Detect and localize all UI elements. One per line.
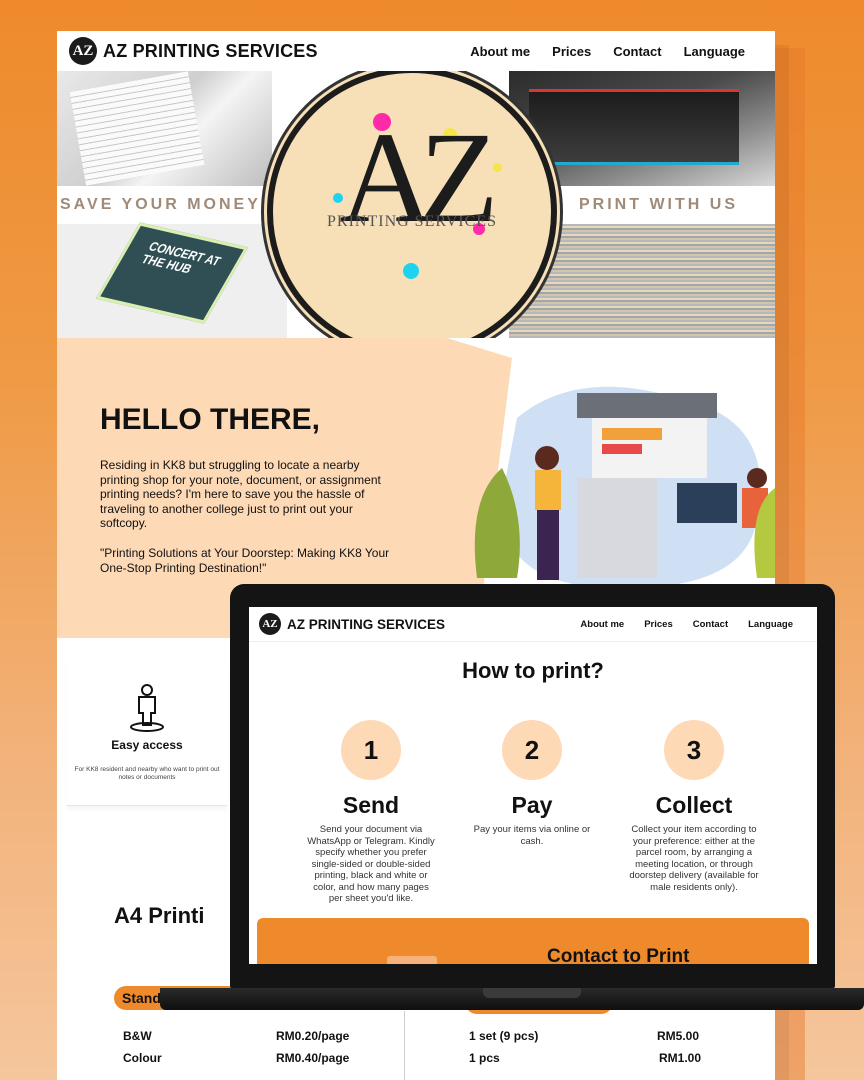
price-label-bw: B&W	[123, 1029, 152, 1043]
price-value-pcs: RM1.00	[659, 1051, 702, 1065]
step-collect: 3 Collect Collect your item according to…	[614, 720, 774, 893]
feature-card-easy-access: Easy access For KK8 resident and nearby …	[67, 661, 227, 806]
price-value-bw: RM0.20/page	[276, 1029, 350, 1043]
pricing-divider	[404, 1011, 405, 1080]
laptop-notch	[483, 988, 581, 998]
laptop-nav-contact[interactable]: Contact	[693, 619, 728, 630]
step-title: Collect	[655, 792, 733, 818]
step-title: Send	[342, 792, 400, 818]
price-value-set: RM5.00	[657, 1029, 700, 1043]
hero-logo-subtitle: PRINTING SERVICES	[327, 213, 497, 230]
feature-description: For KK8 resident and nearby who want to …	[74, 766, 220, 781]
hero-right-text: PRINT WITH US	[579, 196, 738, 213]
step-description: Collect your item according to your pref…	[629, 824, 759, 893]
laptop-brand-logo[interactable]: AZ	[259, 613, 281, 635]
price-label-pcs: 1 pcs	[469, 1051, 500, 1065]
brand-name[interactable]: AZ PRINTING SERVICES	[103, 41, 318, 62]
paper-stack-photo	[57, 71, 272, 186]
hello-intro-paragraph: Residing in KK8 but struggling to locate…	[100, 458, 381, 530]
step-number-circle: 2	[502, 720, 562, 780]
flyer: CONCERT AT THE HUB	[95, 222, 249, 324]
nav-prices[interactable]: Prices	[552, 44, 591, 59]
step-send: 1 Send Send your document via WhatsApp o…	[291, 720, 451, 905]
flyers-photo: CONCERT AT THE HUB	[57, 222, 287, 338]
nav-links: About me Prices Contact Language	[470, 44, 745, 59]
price-label-set: 1 set (9 pcs)	[469, 1029, 539, 1043]
step-pay: 2 Pay Pay your items via online or cash.	[452, 720, 612, 847]
contact-icon	[387, 956, 437, 964]
feature-title: Easy access	[111, 738, 183, 752]
price-value-colour: RM0.40/page	[276, 1051, 350, 1065]
hello-title: HELLO THERE,	[100, 403, 321, 436]
top-nav: AZ AZ PRINTING SERVICES About me Prices …	[57, 31, 775, 71]
laptop-screen: AZ AZ PRINTING SERVICES About me Prices …	[249, 607, 817, 964]
step-description: Send your document via WhatsApp or Teleg…	[307, 824, 435, 904]
step-title: Pay	[511, 792, 553, 818]
step-number-circle: 1	[341, 720, 401, 780]
flyer-title: CONCERT AT THE HUB	[138, 238, 224, 277]
person-icon	[130, 684, 164, 732]
contact-to-print-label: Contact to Print	[547, 946, 690, 964]
nav-language[interactable]: Language	[684, 44, 745, 59]
price-label-colour: Colour	[123, 1051, 162, 1065]
how-to-print-heading: How to print?	[462, 658, 604, 683]
laptop-nav-links: About me Prices Contact Language	[580, 619, 793, 630]
laptop-nav-prices[interactable]: Prices	[644, 619, 673, 630]
laptop-nav: AZ AZ PRINTING SERVICES About me Prices …	[249, 607, 817, 642]
laptop-nav-language[interactable]: Language	[748, 619, 793, 630]
contact-to-print-button[interactable]: Contact to Print	[257, 918, 809, 964]
nav-about-me[interactable]: About me	[470, 44, 530, 59]
paint-splat	[403, 263, 419, 279]
printing-illustration	[474, 386, 775, 589]
nav-contact[interactable]: Contact	[613, 44, 661, 59]
laptop-nav-about-me[interactable]: About me	[580, 619, 624, 630]
hero-collage: CONCERT AT THE HUB SAVE YOUR MONEY PRINT…	[57, 71, 775, 338]
standard-tab-label: Stand	[122, 990, 161, 1006]
laptop-brand-name[interactable]: AZ PRINTING SERVICES	[287, 617, 445, 632]
pricing-title: A4 Printi	[114, 903, 205, 928]
hero-logo-circle: AZ PRINTING SERVICES	[267, 71, 557, 338]
step-description: Pay your items via online or cash.	[473, 824, 591, 847]
step-number-circle: 3	[664, 720, 724, 780]
brand-logo[interactable]: AZ	[69, 37, 97, 65]
hello-tagline: "Printing Solutions at Your Doorstep: Ma…	[100, 546, 390, 575]
hero-left-text: SAVE YOUR MONEY	[60, 196, 261, 213]
